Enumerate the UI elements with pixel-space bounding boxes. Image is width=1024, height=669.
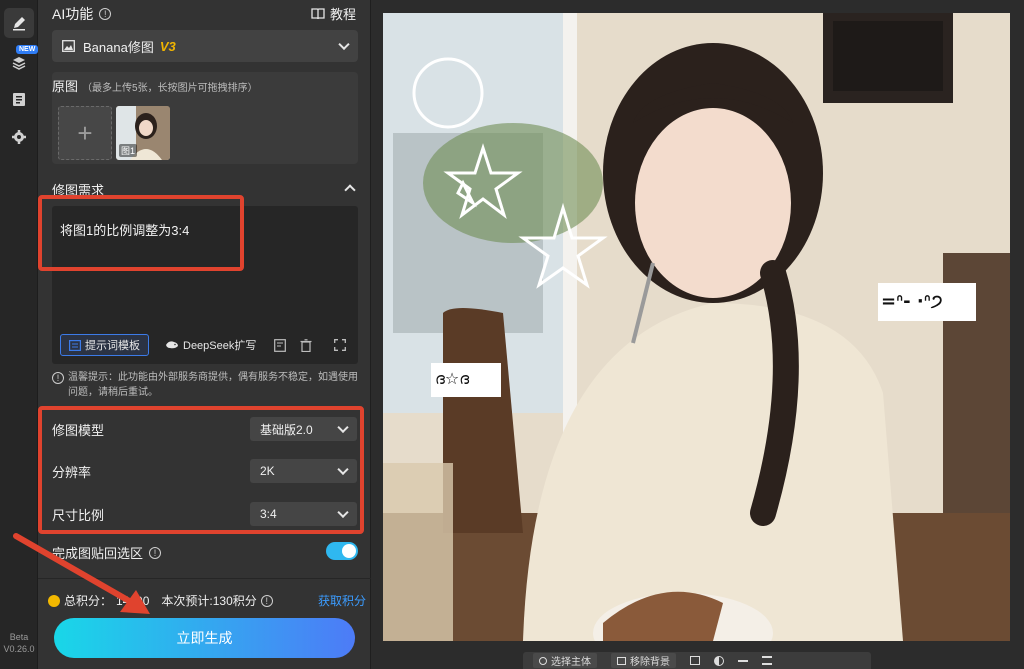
panel-title-text: AI功能 — [52, 6, 94, 22]
background-icon — [617, 656, 626, 665]
annotation-arrow — [13, 533, 150, 614]
model-label: 修图模型 — [52, 422, 105, 438]
generate-button[interactable]: 立即生成 — [54, 618, 355, 658]
contrast-icon[interactable] — [714, 655, 724, 666]
source-images-hint: （最多上传5张，长按图片可拖拽排序） — [82, 83, 258, 94]
chevron-down-icon — [337, 506, 349, 519]
thumbnail-label: 图1 — [119, 144, 138, 157]
service-notice: ! 温馨提示：此功能由外部服务商提供，偶有服务不稳定，如遇使用问题，请稍后重试。 — [52, 370, 362, 400]
remove-background-button[interactable]: 移除背景 — [611, 653, 676, 668]
cafe-portrait-photo — [383, 13, 1010, 641]
canvas-bottom-toolbar: 选择主体 移除背景 — [523, 652, 871, 669]
select-subject-button[interactable]: 选择主体 — [533, 653, 597, 668]
book-icon — [311, 7, 325, 19]
feature-select-value: Banana修图 — [83, 39, 154, 55]
fullscreen-icon[interactable] — [332, 337, 348, 353]
resolution-select[interactable]: 2K — [250, 459, 357, 483]
add-image-button[interactable]: + — [58, 106, 112, 160]
feature-select[interactable]: Banana修图 V3 — [52, 30, 358, 62]
crop-icon[interactable] — [690, 656, 700, 665]
info-icon[interactable]: ! — [260, 594, 273, 607]
version-tag: V3 — [159, 38, 176, 54]
ratio-label: 尺寸比例 — [52, 507, 105, 523]
chevron-down-icon — [337, 421, 349, 434]
info-icon[interactable]: ! — [99, 8, 112, 20]
ratio-select[interactable]: 3:4 — [250, 502, 357, 526]
deepseek-expand-button[interactable]: DeepSeek扩写 — [159, 334, 262, 356]
deepseek-label: DeepSeek扩写 — [183, 340, 257, 352]
get-credits-link[interactable]: 获取积分 — [318, 592, 366, 609]
tutorial-link[interactable]: 教程 — [311, 4, 356, 23]
result-image[interactable]: =ᐢ- ·ᐢ੭ ദ☆ദ — [383, 13, 1010, 641]
prompt-text: 将图1的比例调整为3:4 — [60, 223, 190, 238]
app-window: NEW Beta V0.26.0 AI功能 ! 教程 Banana修图 V3 原… — [0, 0, 1024, 669]
prompt-textarea[interactable]: 将图1的比例调整为3:4 提示词模板 DeepSeek扩写 — [52, 206, 358, 364]
chevron-down-icon — [337, 463, 349, 476]
panel-title: AI功能 ! — [52, 4, 112, 24]
request-title: 修图需求 — [52, 183, 105, 198]
deepseek-whale-icon — [166, 341, 178, 349]
trash-icon[interactable] — [298, 337, 314, 353]
resolution-option-row: 分辨率 2K — [52, 453, 358, 489]
model-option-row: 修图模型 基础版2.0 — [52, 411, 358, 447]
subject-icon — [539, 656, 547, 665]
sticker-left: ദ☆ദ — [435, 369, 470, 388]
estimated-credits: 本次预计:130积分 — [161, 594, 257, 608]
new-badge: NEW — [16, 45, 39, 54]
select-subject-label: 选择主体 — [551, 657, 591, 668]
ratio-option-row: 尺寸比例 3:4 — [52, 496, 358, 532]
info-icon: ! — [52, 372, 64, 384]
gear-icon[interactable] — [4, 122, 34, 152]
paste-back-toggle[interactable] — [326, 542, 358, 560]
chevron-up-icon[interactable] — [344, 184, 356, 196]
history-icon[interactable] — [272, 337, 288, 353]
template-icon — [69, 339, 81, 351]
image-thumbnail[interactable]: 图1 — [116, 106, 170, 160]
model-value: 基础版2.0 — [260, 422, 313, 437]
more-icon[interactable] — [738, 659, 748, 662]
prompt-template-button[interactable]: 提示词模板 — [60, 334, 149, 356]
request-header[interactable]: 修图需求 — [52, 180, 358, 200]
chevron-down-icon — [338, 38, 350, 51]
sticker-right: =ᐢ- ·ᐢ੭ — [881, 291, 943, 312]
ratio-value: 3:4 — [260, 507, 277, 521]
remove-background-label: 移除背景 — [630, 657, 670, 668]
version-label: Beta V0.26.0 — [3, 632, 35, 654]
source-images-card: 原图 （最多上传5张，长按图片可拖拽排序） + 图1 — [52, 72, 358, 164]
clipboard-icon[interactable] — [4, 84, 34, 114]
resolution-value: 2K — [260, 464, 275, 478]
edit-pen-icon[interactable] — [4, 8, 34, 38]
canvas-area: =ᐢ- ·ᐢ੭ ദ☆ദ 选择主体 移除背景 — [371, 0, 1024, 669]
prompt-toolbar: 提示词模板 DeepSeek扩写 — [60, 334, 348, 356]
settings-sliders-icon[interactable] — [762, 656, 772, 665]
tutorial-label: 教程 — [329, 7, 356, 22]
resolution-label: 分辨率 — [52, 464, 92, 480]
model-select[interactable]: 基础版2.0 — [250, 417, 357, 441]
image-icon — [62, 40, 75, 52]
prompt-template-label: 提示词模板 — [85, 340, 140, 352]
notice-text: 温馨提示：此功能由外部服务商提供，偶有服务不稳定，如遇使用问题，请稍后重试。 — [68, 372, 358, 398]
source-images-title: 原图 — [52, 79, 79, 94]
